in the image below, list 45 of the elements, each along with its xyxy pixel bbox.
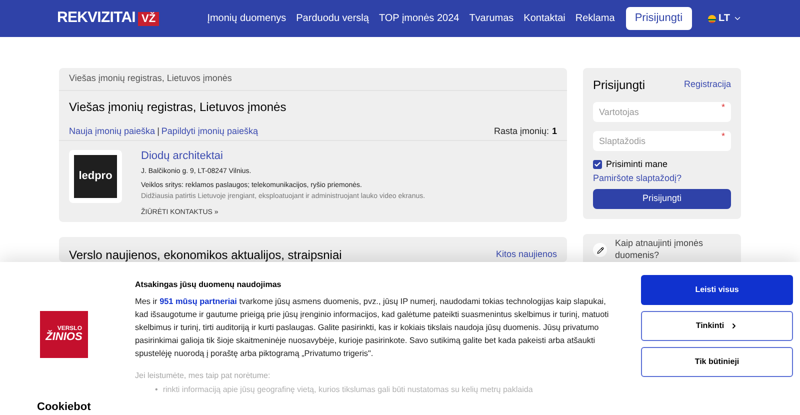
checkbox[interactable] [593, 160, 602, 170]
nav-link[interactable]: Tvarumas [469, 11, 514, 26]
consent-button[interactable]: Tik būtinieji [641, 347, 793, 377]
consent-text: Mes ir 951 mūsų partneriai tvarkome jūsų asmens duomenis, pvz., jūsų IP numerį, naudodami tokias technologijas kaip slapukai, kad išsaugotume ir gautume prieigą prie jūsų įrenginio informacijos, kad galėtume pateikti suasmenintus skelbimus ir turinį, matuoti skelbimus ir turinį, tirti auditoriją ir kurti paslaugas. Galite pasirinkti, kas ir kokiais tikslais naudoja jūsų duomenis. Jūsų privatumo pasirinkimai galioja tik šioje skaitmeninėje nuosavybėje, kurioje pasirinkote. Savo sutikimą galite bet kada pakeisti arba atšaukti spustelėję nuorodą į poraštę arba piktogramą „Privatumo trigeris". [135, 296, 610, 360]
search-link[interactable]: Papildyti įmonių paiešką [161, 125, 258, 138]
found-label: Rasta įmonių: [494, 125, 549, 138]
consent-title: Atsakingas jūsų duomenų naudojimas [135, 279, 282, 291]
caret-icon [733, 14, 742, 23]
login-title: Prisijungti [593, 77, 646, 94]
company-logo[interactable]: ledpro [69, 150, 122, 203]
language-selector[interactable]: LT [708, 11, 742, 26]
consent-button[interactable]: Leisti visus [641, 275, 793, 305]
required-mark: * [721, 101, 725, 114]
found-count: 1 [552, 125, 557, 138]
remember-label: Prisiminti mane [606, 158, 668, 171]
nav-link[interactable]: Įmonių duomenys [207, 11, 286, 26]
section-title: Viešas įmonių registras, Lietuvos įmonės [69, 99, 288, 116]
company-name[interactable]: Diodų architektai [141, 150, 426, 163]
cookiebot-logo: Cookiebot [37, 401, 91, 414]
login-button[interactable]: Prisijungti [626, 7, 692, 30]
logo-badge: VŽ [138, 12, 159, 26]
consent-button[interactable]: Tinkinti [641, 311, 793, 341]
bullet: • [155, 384, 158, 396]
site-logo[interactable]: REKVIZITAI [57, 7, 136, 30]
submit-button[interactable]: Prisijungti [593, 189, 731, 209]
chevron-icon [730, 322, 738, 330]
faded-list-item: rinkti informaciją apie jūsų geografinę vietą, kurios tikslumas gali būti nustatomas su kelių metrų paklaida [162, 384, 533, 396]
section-title: Verslo naujienos, ekonomikos aktualijos, straipsniai [69, 247, 342, 264]
forgot-password-link[interactable]: Pamiršote slaptažodį? [593, 172, 731, 185]
nav-link[interactable]: Parduodu verslą [296, 11, 369, 26]
nav-link[interactable]: TOP įmonės 2024 [378, 11, 460, 26]
faded-text: Jei leistumėte, mes taip pat norėtume: [135, 370, 272, 382]
register-link[interactable]: Registracija [684, 78, 731, 92]
pencil-icon [593, 243, 607, 257]
separator: | [157, 125, 160, 138]
search-link[interactable]: Nauja įmonių paieška [69, 125, 156, 138]
more-news-link[interactable]: Kitos naujienos [496, 248, 557, 262]
required-mark: * [721, 130, 725, 143]
nav-link[interactable]: Kontaktai [524, 11, 566, 26]
flag-icon [708, 14, 716, 22]
help-card[interactable]: Kaip atnaujinti įmonės duomenis? [583, 234, 741, 265]
help-text: Kaip atnaujinti įmonės duomenis? [615, 237, 704, 261]
logo-text: ledpro [78, 169, 112, 184]
nav-link[interactable]: Reklama [575, 11, 615, 26]
breadcrumb: Viešas įmonių registras, Lietuvos įmonės [59, 68, 567, 91]
